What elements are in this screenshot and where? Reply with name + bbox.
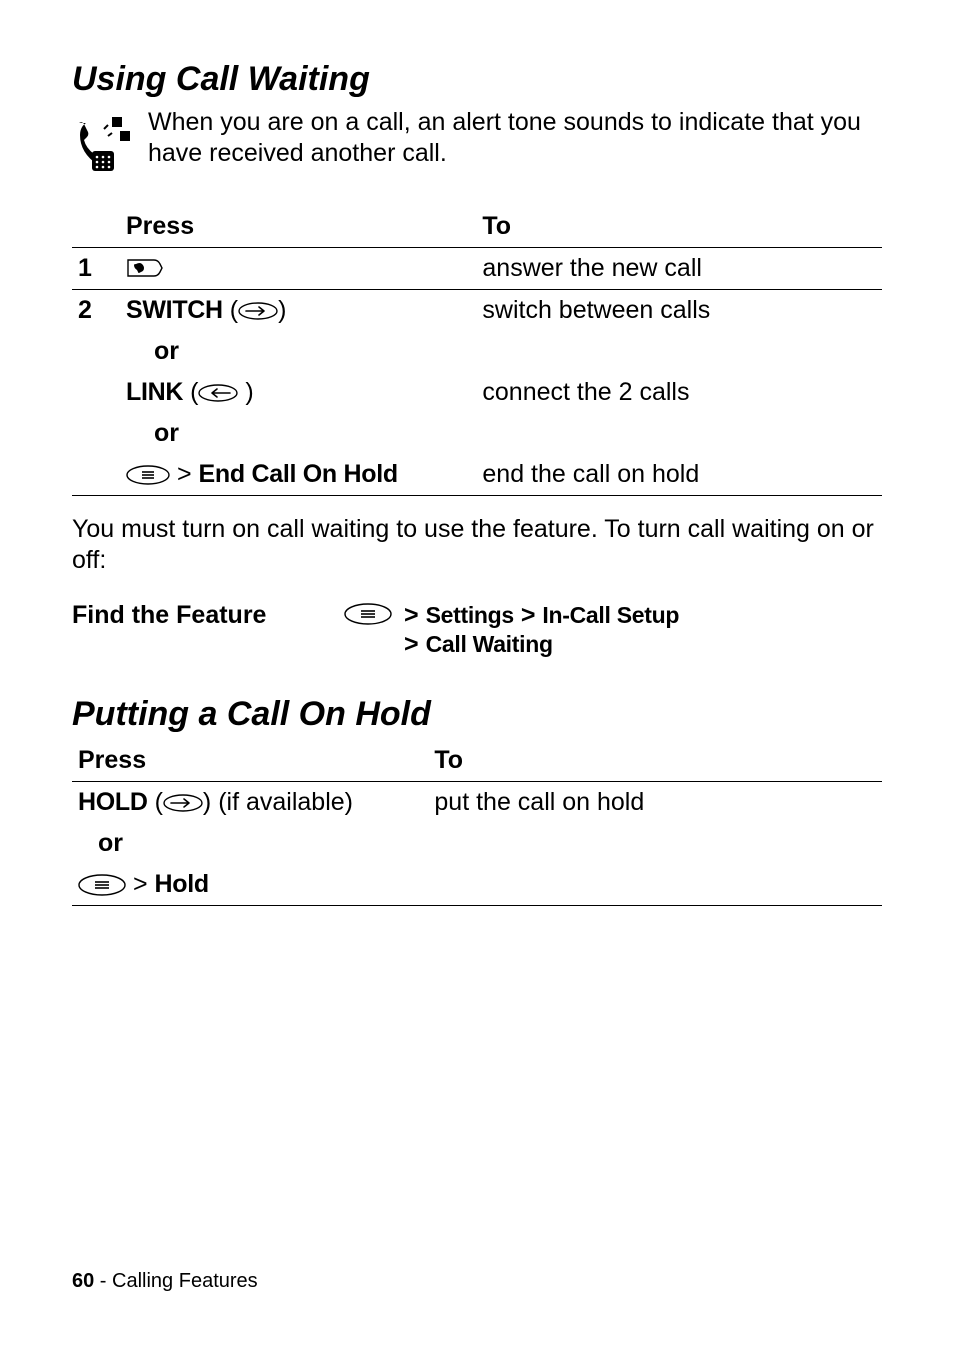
section-title-call-waiting: Using Call Waiting <box>72 60 882 99</box>
after-table-text: You must turn on call waiting to use the… <box>72 514 882 577</box>
send-key-icon <box>126 256 164 282</box>
hold-availability: (if available) <box>211 788 353 816</box>
end-call-on-hold-label: End Call On Hold <box>199 460 398 488</box>
feature-path-text: > Settings > In-Call Setup > Call Waitin… <box>404 601 679 659</box>
step-number: 2 <box>72 290 120 332</box>
hold-to: put the call on hold <box>428 781 882 823</box>
link-to: connect the 2 calls <box>476 372 882 413</box>
right-softkey-icon <box>163 794 203 812</box>
find-the-feature-label: Find the Feature <box>72 601 332 659</box>
col-header-press: Press <box>120 208 476 248</box>
hold-label: HOLD <box>78 788 148 816</box>
hold-table: Press To HOLD ( ) (if available) put the… <box>72 742 882 906</box>
switch-label: SWITCH <box>126 296 223 324</box>
section-title-hold: Putting a Call On Hold <box>72 695 882 734</box>
col-header-press: Press <box>72 742 428 782</box>
col-header-to: To <box>428 742 882 782</box>
or-text: or <box>78 829 422 858</box>
right-softkey-icon <box>238 302 278 320</box>
feature-graphic-icon <box>72 111 136 180</box>
menu-key-icon <box>78 874 126 896</box>
row1-to: answer the new call <box>476 248 882 290</box>
or-text: or <box>126 419 470 448</box>
chapter-name: Calling Features <box>112 1270 258 1292</box>
page-footer: 60 - Calling Features <box>72 1270 258 1293</box>
step-number: 1 <box>72 248 120 290</box>
left-softkey-icon <box>198 384 238 402</box>
or-text: or <box>126 337 470 366</box>
menu-key-icon <box>126 465 170 485</box>
end-call-to: end the call on hold <box>476 454 882 496</box>
link-label: LINK <box>126 378 183 406</box>
call-waiting-table: Press To 1 answer the new call 2 SWITCH … <box>72 208 882 496</box>
menu-key-icon <box>344 603 392 659</box>
switch-to: switch between calls <box>476 290 882 332</box>
page-number: 60 <box>72 1270 94 1292</box>
col-header-to: To <box>476 208 882 248</box>
intro-text: When you are on a call, an alert tone so… <box>148 107 882 170</box>
menu-hold-label: Hold <box>155 870 209 898</box>
